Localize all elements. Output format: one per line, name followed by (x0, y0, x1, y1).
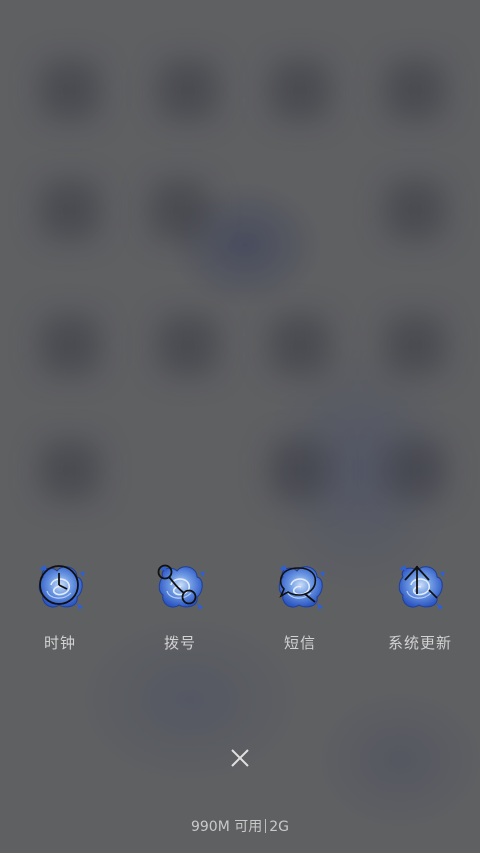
memory-status: 990M 可用 2G (0, 816, 480, 836)
memory-total: 2G (269, 819, 290, 835)
sms-icon (275, 560, 325, 610)
recent-app-sms[interactable]: 短信 (240, 558, 360, 668)
close-icon (231, 749, 249, 767)
close-all-button[interactable] (222, 740, 258, 776)
memory-free: 990M 可用 (190, 819, 263, 835)
app-label: 短信 (283, 634, 316, 652)
divider (265, 819, 267, 833)
clock-icon (35, 560, 85, 610)
blurred-home-background (0, 0, 480, 853)
app-label: 时钟 (43, 634, 76, 652)
dialer-icon (155, 560, 205, 610)
recent-apps-row: 时钟 拨号 短信 系统更新 (0, 558, 480, 668)
recent-app-system-update[interactable]: 系统更新 (360, 558, 480, 668)
app-label: 拨号 (163, 634, 196, 652)
app-label: 系统更新 (387, 634, 452, 652)
recent-app-dialer[interactable]: 拨号 (120, 558, 240, 668)
system-update-icon (395, 560, 445, 610)
recent-app-clock[interactable]: 时钟 (0, 558, 120, 668)
